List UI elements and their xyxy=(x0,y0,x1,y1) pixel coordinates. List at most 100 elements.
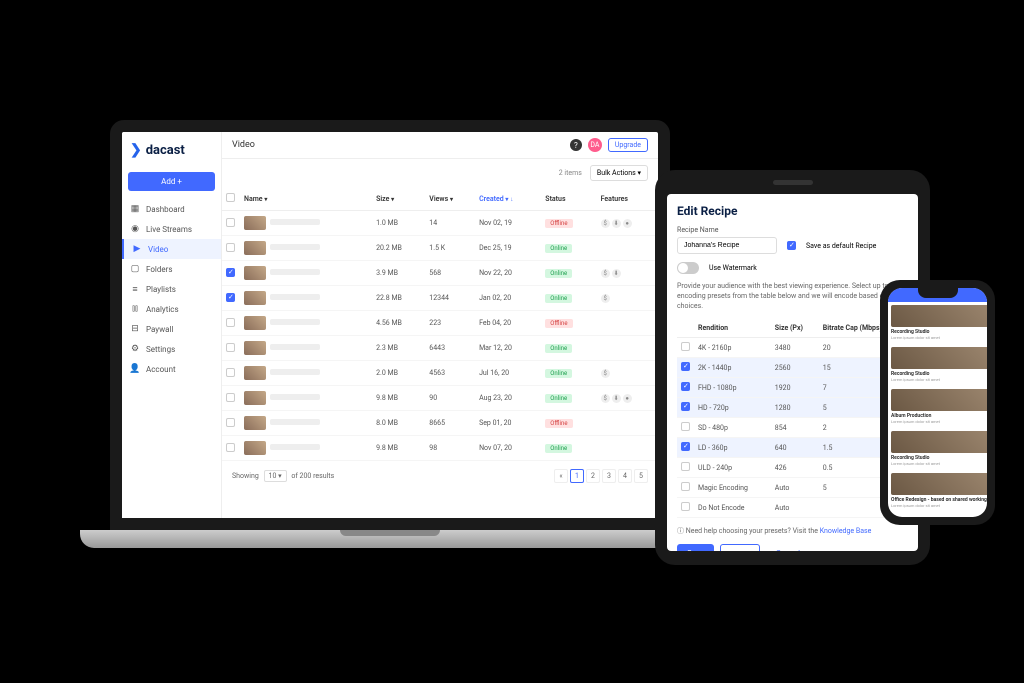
table-row[interactable]: 22.8 MB 12344 Jan 02, 20 Online $ xyxy=(222,286,658,311)
preset-checkbox[interactable] xyxy=(681,482,690,491)
nav-paywall[interactable]: ⊟Paywall xyxy=(122,319,221,339)
nav-dashboard[interactable]: ▦Dashboard xyxy=(122,199,221,219)
help-icon[interactable]: ? xyxy=(570,139,582,151)
nav-icon: 👤 xyxy=(130,364,140,374)
bulk-actions-button[interactable]: Bulk Actions ▾ xyxy=(590,165,648,181)
status-badge: Online xyxy=(545,369,572,378)
preset-row[interactable]: 4K - 2160p 3480 20 xyxy=(677,338,908,358)
page-2[interactable]: 2 xyxy=(586,469,600,483)
avatar[interactable]: DA xyxy=(588,138,602,152)
preset-row[interactable]: ULD - 240p 426 0.5 xyxy=(677,458,908,478)
preset-checkbox[interactable] xyxy=(681,502,690,511)
brand-logo: ❯ dacast xyxy=(122,132,221,168)
features-cell: $⬇● xyxy=(601,219,632,228)
content-card[interactable]: Album ProductionLorem ipsum dolor sit am… xyxy=(891,389,987,428)
size-cell: 3480 xyxy=(771,338,819,358)
content-card[interactable]: Recording StudioLorem ipsum dolor sit am… xyxy=(891,431,987,470)
preset-checkbox[interactable] xyxy=(681,402,690,411)
views-cell: 98 xyxy=(425,436,475,461)
table-row[interactable]: 20.2 MB 1.5 K Dec 25, 19 Online xyxy=(222,236,658,261)
row-checkbox[interactable] xyxy=(226,443,235,452)
video-name xyxy=(270,319,320,325)
preset-row[interactable]: FHD - 1080p 1920 7 xyxy=(677,378,908,398)
page-3[interactable]: 3 xyxy=(602,469,616,483)
preset-checkbox[interactable] xyxy=(681,442,690,451)
page-5[interactable]: 5 xyxy=(634,469,648,483)
rendition-cell: 4K - 2160p xyxy=(694,338,771,358)
preset-row[interactable]: 2K - 1440p 2560 15 xyxy=(677,358,908,378)
size-cell: 9.8 MB xyxy=(372,436,425,461)
table-row[interactable]: 9.8 MB 90 Aug 23, 20 Online $⬇● xyxy=(222,386,658,411)
thumbnail xyxy=(244,216,266,230)
video-name xyxy=(270,344,320,350)
row-checkbox[interactable] xyxy=(226,418,235,427)
status-badge: Online xyxy=(545,244,572,253)
video-name xyxy=(270,419,320,425)
row-checkbox[interactable] xyxy=(226,393,235,402)
col-views[interactable]: Views ▾ xyxy=(425,187,475,211)
preset-row[interactable]: SD - 480p 854 2 xyxy=(677,418,908,438)
row-checkbox[interactable] xyxy=(226,243,235,252)
col-size[interactable]: Size ▾ xyxy=(372,187,425,211)
col-created[interactable]: Created ▾ ↓ xyxy=(475,187,541,211)
back-button[interactable]: Back xyxy=(720,544,760,551)
nav-video[interactable]: ▶Video xyxy=(122,239,221,259)
nav-playlists[interactable]: ≡Playlists xyxy=(122,279,221,299)
video-name xyxy=(270,369,320,375)
table-row[interactable]: 1.0 MB 14 Nov 02, 19 Offline $⬇● xyxy=(222,211,658,236)
select-all-checkbox[interactable] xyxy=(226,193,235,202)
add-button[interactable]: Add + xyxy=(128,172,215,191)
page-4[interactable]: 4 xyxy=(618,469,632,483)
row-checkbox[interactable] xyxy=(226,218,235,227)
views-cell: 568 xyxy=(425,261,475,286)
preset-checkbox[interactable] xyxy=(681,422,690,431)
content-card[interactable]: Recording StudioLorem ipsum dolor sit am… xyxy=(891,305,987,344)
page-first[interactable]: « xyxy=(554,469,568,483)
content-card[interactable]: Office Redesign - based on shared workin… xyxy=(891,473,987,512)
knowledge-base-link[interactable]: Knowledge Base xyxy=(820,527,872,535)
page-1[interactable]: 1 xyxy=(570,469,584,483)
table-row[interactable]: 9.8 MB 98 Nov 07, 20 Online xyxy=(222,436,658,461)
table-row[interactable]: 8.0 MB 8665 Sep 01, 20 Offline xyxy=(222,411,658,436)
preset-checkbox[interactable] xyxy=(681,362,690,371)
table-row[interactable]: 2.0 MB 4563 Jul 16, 20 Online $ xyxy=(222,361,658,386)
table-row[interactable]: 3.9 MB 568 Nov 22, 20 Online $⬇ xyxy=(222,261,658,286)
size-cell: 1280 xyxy=(771,398,819,418)
preset-checkbox[interactable] xyxy=(681,462,690,471)
nav-folders[interactable]: ▢Folders xyxy=(122,259,221,279)
content-card[interactable]: Recording StudioLorem ipsum dolor sit am… xyxy=(891,347,987,386)
row-checkbox[interactable] xyxy=(226,268,235,277)
nav-icon: ◉ xyxy=(130,224,140,234)
created-cell: Mar 12, 20 xyxy=(475,336,541,361)
nav-account[interactable]: 👤Account xyxy=(122,359,221,379)
row-checkbox[interactable] xyxy=(226,343,235,352)
size-cell: 426 xyxy=(771,458,819,478)
watermark-toggle[interactable] xyxy=(677,262,699,274)
table-row[interactable]: 2.3 MB 6443 Mar 12, 20 Online xyxy=(222,336,658,361)
upgrade-button[interactable]: Upgrade xyxy=(608,138,648,152)
size-cell: 4.56 MB xyxy=(372,311,425,336)
per-page-select[interactable]: 10 ▾ xyxy=(264,470,287,482)
preset-checkbox[interactable] xyxy=(681,342,690,351)
preset-row[interactable]: Do Not Encode Auto xyxy=(677,498,908,518)
cancel-button[interactable]: Cancel xyxy=(766,544,810,551)
preset-row[interactable]: HD - 720p 1280 5 xyxy=(677,398,908,418)
recipe-name-input[interactable] xyxy=(677,237,777,254)
save-default-checkbox[interactable] xyxy=(787,241,796,250)
preset-row[interactable]: LD - 360p 640 1.5 xyxy=(677,438,908,458)
card-image xyxy=(891,347,987,369)
col-name[interactable]: Name ▾ xyxy=(240,187,372,211)
row-checkbox[interactable] xyxy=(226,318,235,327)
preset-checkbox[interactable] xyxy=(681,382,690,391)
thumbnail xyxy=(244,291,266,305)
table-row[interactable]: 4.56 MB 223 Feb 04, 20 Offline xyxy=(222,311,658,336)
col-status[interactable]: Status xyxy=(541,187,596,211)
nav-live-streams[interactable]: ◉Live Streams xyxy=(122,219,221,239)
preset-row[interactable]: Magic Encoding Auto 5 xyxy=(677,478,908,498)
save-button[interactable]: Save xyxy=(677,544,714,551)
row-checkbox[interactable] xyxy=(226,368,235,377)
row-checkbox[interactable] xyxy=(226,293,235,302)
col-features[interactable]: Features xyxy=(597,187,658,211)
nav-analytics[interactable]: ⫾⫾Analytics xyxy=(122,299,221,319)
nav-settings[interactable]: ⚙Settings xyxy=(122,339,221,359)
